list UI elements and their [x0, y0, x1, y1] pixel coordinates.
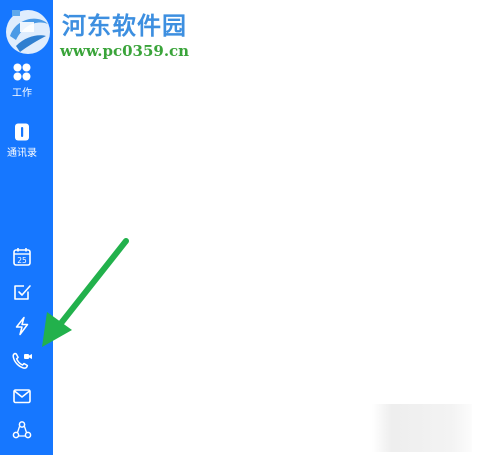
- sidebar-item-flash[interactable]: [0, 316, 44, 336]
- sidebar-item-calendar[interactable]: 25: [0, 247, 44, 267]
- site-watermark: 河东软件园 www.pc0359.cn: [0, 0, 210, 68]
- watermark-url: www.pc0359.cn: [60, 42, 190, 60]
- lightning-icon: [15, 316, 29, 336]
- background-blur: [372, 404, 472, 452]
- sidebar-item-label: 工作: [12, 88, 32, 99]
- sidebar-item-todo[interactable]: [0, 282, 44, 302]
- calendar-icon: 25: [13, 248, 31, 266]
- annotation-arrow: [42, 238, 129, 347]
- sidebar-item-more[interactable]: [0, 420, 44, 440]
- more-apps-icon: [12, 421, 32, 439]
- todo-check-icon: [14, 285, 31, 300]
- calendar-day: 25: [17, 256, 27, 265]
- sidebar-item-label: 通讯录: [7, 148, 37, 159]
- mail-icon: [13, 389, 31, 404]
- sidebar-item-mail[interactable]: [0, 386, 44, 406]
- phone-video-call-icon: [12, 352, 32, 369]
- sidebar: 工作 通讯录 25: [0, 0, 53, 455]
- sidebar-item-call[interactable]: [0, 351, 44, 371]
- sidebar-item-contacts[interactable]: 通讯录: [0, 122, 44, 159]
- watermark-logo-icon: [6, 10, 50, 54]
- watermark-title: 河东软件园: [62, 11, 187, 40]
- contacts-book-icon: [15, 123, 29, 141]
